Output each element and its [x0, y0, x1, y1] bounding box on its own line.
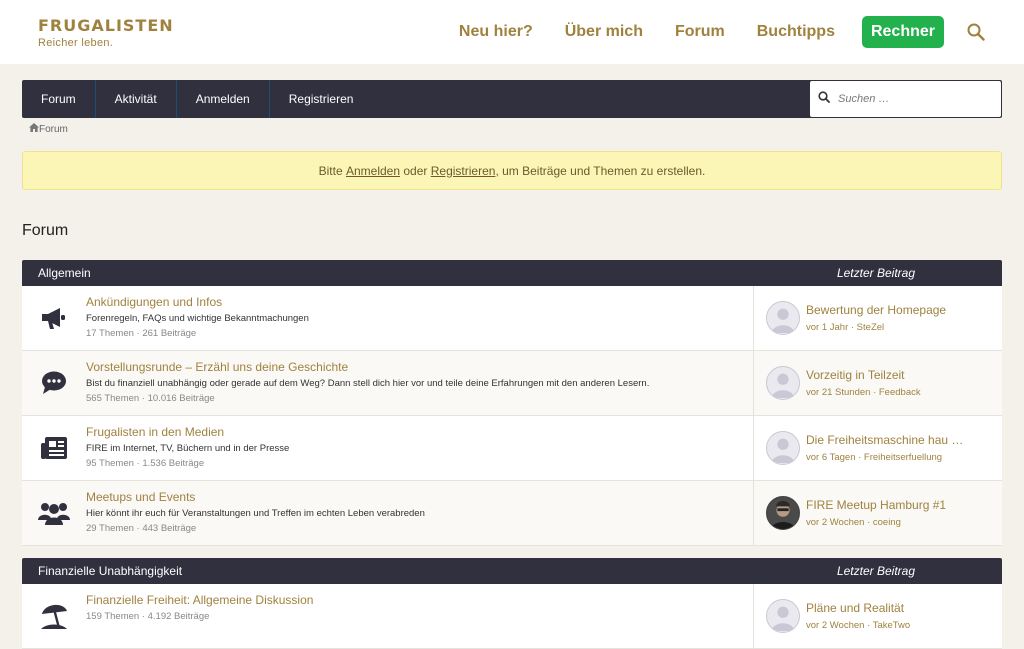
node-description: Forenregeln, FAQs und wichtige Bekanntma…: [86, 313, 309, 324]
last-post-meta[interactable]: vor 21 Stunden · Feedback: [806, 387, 921, 398]
megaphone-icon: [22, 286, 86, 350]
tab-aktivitaet[interactable]: Aktivität: [96, 80, 177, 118]
notice-prefix: Bitte: [318, 163, 343, 178]
last-post: Bewertung der Homepage vor 1 Jahr · SteZ…: [754, 286, 1002, 350]
user-avatar-icon[interactable]: [766, 301, 800, 335]
node-stats: 95 Themen · 1.536 Beiträge: [86, 458, 205, 469]
page-title: Forum: [22, 222, 69, 239]
users-icon: [22, 481, 86, 545]
last-post: Die Freiheitsmaschine hau … vor 6 Tagen …: [754, 416, 1002, 480]
node-stats: 29 Themen · 443 Beiträge: [86, 523, 197, 534]
last-post-title[interactable]: Pläne und Realität: [806, 601, 910, 615]
nav-forum[interactable]: Forum: [675, 23, 725, 41]
node-title[interactable]: Frugalisten in den Medien: [86, 425, 753, 439]
node-title[interactable]: Finanzielle Freiheit: Allgemeine Diskuss…: [86, 593, 753, 607]
last-post-title[interactable]: Bewertung der Homepage: [806, 303, 946, 317]
last-post-meta[interactable]: vor 2 Wochen · TakeTwo: [806, 620, 910, 631]
category-header: Allgemein Letzter Beitrag: [22, 260, 1002, 286]
node-title[interactable]: Meetups und Events: [86, 490, 753, 504]
user-avatar-icon[interactable]: [766, 599, 800, 633]
beach-umbrella-icon: [22, 584, 86, 648]
search-input[interactable]: [838, 93, 988, 105]
last-post-title[interactable]: Die Freiheitsmaschine hau …: [806, 433, 963, 447]
tab-anmelden[interactable]: Anmelden: [177, 80, 270, 118]
user-avatar-icon[interactable]: [766, 431, 800, 465]
last-post: Vorzeitig in Teilzeit vor 21 Stunden · F…: [754, 351, 1002, 415]
notice-register-link[interactable]: Registrieren: [431, 164, 496, 178]
last-post-meta[interactable]: vor 1 Jahr · SteZel: [806, 322, 946, 333]
forum-node: Finanzielle Freiheit: Allgemeine Diskuss…: [22, 584, 1002, 649]
nav-neu-hier[interactable]: Neu hier?: [459, 23, 533, 41]
node-description: Bist du finanziell unabhängig oder gerad…: [86, 378, 650, 389]
site-logo[interactable]: FRUGALISTEN Reicher leben.: [38, 16, 174, 49]
forum-node: Ankündigungen und Infos Forenregeln, FAQ…: [22, 286, 1002, 351]
user-avatar-icon[interactable]: [766, 366, 800, 400]
logo-subtitle: Reicher leben.: [38, 36, 114, 49]
nav-ueber-mich[interactable]: Über mich: [565, 23, 643, 41]
breadcrumb-forum-link[interactable]: Forum: [39, 124, 68, 135]
breadcrumb: Forum: [29, 123, 68, 135]
last-post-meta[interactable]: vor 2 Wochen · coeing: [806, 517, 946, 528]
node-description: Hier könnt ihr euch für Veranstaltungen …: [86, 508, 425, 519]
search-icon: [818, 90, 830, 108]
user-avatar-icon[interactable]: [766, 496, 800, 530]
site-header: FRUGALISTEN Reicher leben. Neu hier? Übe…: [0, 0, 1024, 64]
site-nav: Neu hier? Über mich Forum Buchtipps Rech…: [459, 0, 986, 64]
category-allgemein: Allgemein Letzter Beitrag Ankündigungen …: [22, 260, 1002, 546]
logo-title: FRUGALISTEN: [38, 15, 174, 35]
node-stats: 17 Themen · 261 Beiträge: [86, 328, 197, 339]
login-notice: Bitte Anmelden oder Registrieren, um Bei…: [22, 151, 1002, 190]
last-post-title[interactable]: FIRE Meetup Hamburg #1: [806, 498, 946, 512]
forum-node: Meetups und Events Hier könnt ihr euch f…: [22, 481, 1002, 546]
notice-suffix: , um Beiträge und Themen zu erstellen.: [495, 163, 706, 178]
last-post: Pläne und Realität vor 2 Wochen · TakeTw…: [754, 584, 1002, 648]
rechner-button[interactable]: Rechner: [861, 16, 944, 48]
last-post-label: Letzter Beitrag: [836, 564, 915, 578]
last-post: FIRE Meetup Hamburg #1 vor 2 Wochen · co…: [754, 481, 1002, 545]
category-title[interactable]: Finanzielle Unabhängigkeit: [38, 564, 182, 578]
notice-middle: oder: [403, 163, 428, 178]
newspaper-icon: [22, 416, 86, 480]
forum-navbar: Forum Aktivität Anmelden Registrieren: [22, 80, 1002, 118]
last-post-meta[interactable]: vor 6 Tagen · Freiheitserfuellung: [806, 452, 963, 463]
node-title[interactable]: Vorstellungsrunde – Erzähl uns deine Ges…: [86, 360, 753, 374]
category-finanzielle-unabhaengigkeit: Finanzielle Unabhängigkeit Letzter Beitr…: [22, 558, 1002, 649]
forum-search-box[interactable]: [810, 81, 1001, 117]
forum-node: Frugalisten in den Medien FIRE im Intern…: [22, 416, 1002, 481]
tab-registrieren[interactable]: Registrieren: [270, 80, 373, 118]
last-post-title[interactable]: Vorzeitig in Teilzeit: [806, 368, 921, 382]
notice-login-link[interactable]: Anmelden: [346, 164, 400, 178]
chat-icon: [22, 351, 86, 415]
node-description: FIRE im Internet, TV, Büchern und in der…: [86, 443, 290, 454]
tab-forum[interactable]: Forum: [22, 80, 96, 118]
node-stats: 159 Themen · 4.192 Beiträge: [86, 611, 210, 622]
node-stats: 565 Themen · 10.016 Beiträge: [86, 393, 215, 404]
search-icon[interactable]: [966, 22, 986, 42]
category-header: Finanzielle Unabhängigkeit Letzter Beitr…: [22, 558, 1002, 584]
node-title[interactable]: Ankündigungen und Infos: [86, 295, 753, 309]
home-icon[interactable]: [29, 123, 39, 135]
forum-node: Vorstellungsrunde – Erzähl uns deine Ges…: [22, 351, 1002, 416]
last-post-label: Letzter Beitrag: [836, 266, 915, 280]
nav-buchtipps[interactable]: Buchtipps: [757, 23, 835, 41]
category-title[interactable]: Allgemein: [38, 266, 91, 280]
